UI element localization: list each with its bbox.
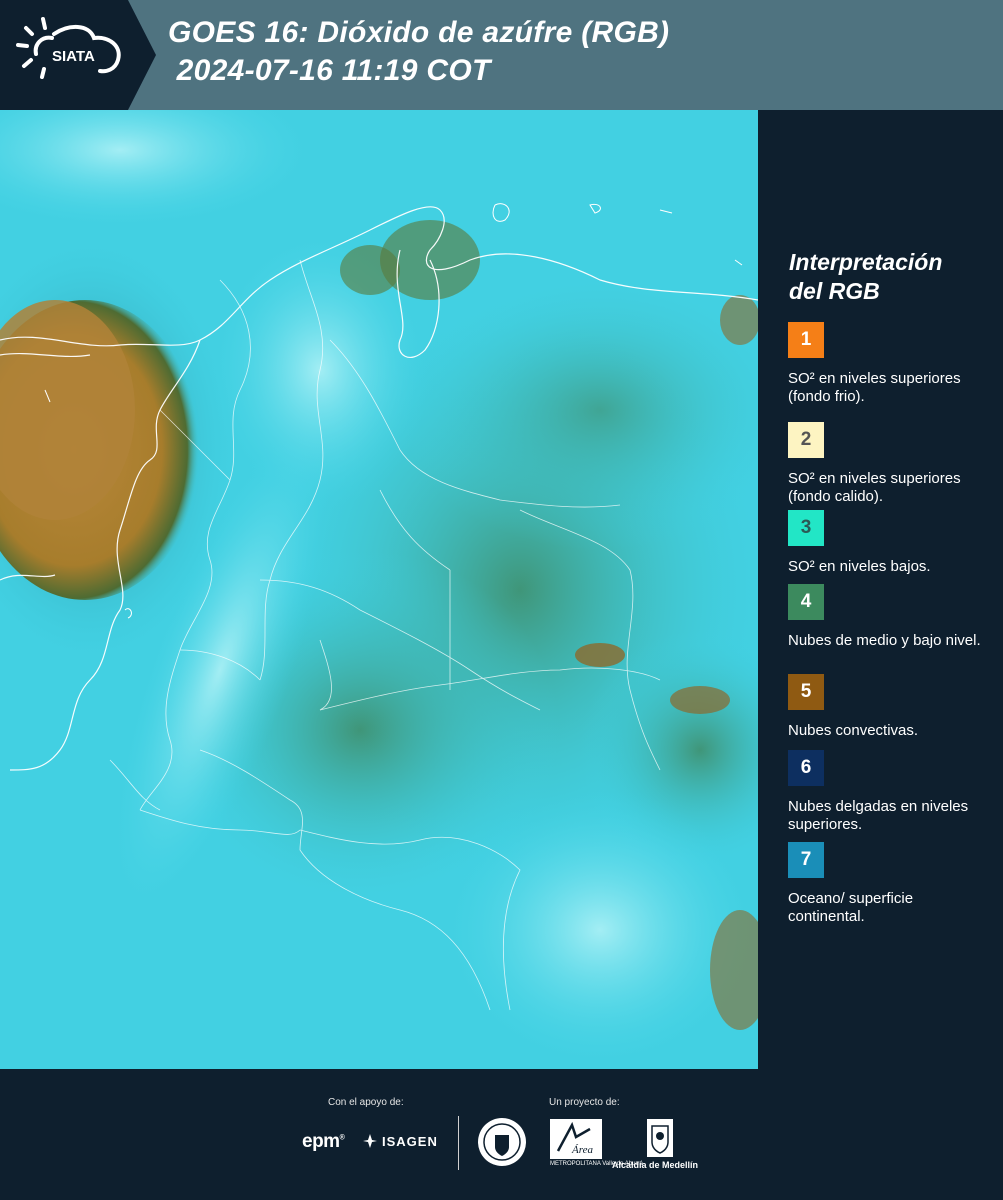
legend-label: Nubes convectivas.	[788, 722, 919, 739]
epm-logo: epm®	[302, 1131, 345, 1152]
legend-label: SO² en niveles superiores (fondo calido)…	[788, 470, 961, 505]
legend-label: Oceano/ superficie continental.	[788, 890, 914, 925]
satellite-map[interactable]	[0, 110, 758, 1069]
epm-logo-text: epm	[302, 1131, 340, 1152]
legend-item-3: 3 SO² en niveles bajos.	[788, 510, 993, 576]
legend-color-swatch: 3	[788, 510, 824, 546]
siata-logo: SIATA	[0, 0, 128, 110]
legend-panel: Interpretación del RGB 1 SO² en niveles s…	[758, 110, 1003, 1069]
legend-color-swatch: 2	[788, 422, 824, 458]
legend-label: SO² en niveles superiores (fondo frio).	[788, 370, 961, 405]
isagen-logo: ISAGEN	[362, 1133, 438, 1149]
legend-item-6: 6 Nubes delgadas en niveles superiores.	[788, 750, 993, 834]
legend-color-swatch: 5	[788, 674, 824, 710]
legend-color-swatch: 1	[788, 322, 824, 358]
title-product: GOES 16: Dióxido de azúfre (RGB)	[168, 16, 670, 49]
support-label: Con el apoyo de:	[328, 1097, 404, 1108]
title-datetime: 2024-07-16 11:19 COT	[168, 54, 491, 87]
alcaldia-shield-icon	[647, 1119, 673, 1157]
legend-color-swatch: 4	[788, 584, 824, 620]
header-bar: SIATA GOES 16: Dióxido de azúfre (RGB) 2…	[0, 0, 1003, 110]
alcaldia-text: Alcaldía de Medellín	[612, 1160, 699, 1170]
svg-text:Área: Área	[571, 1144, 593, 1156]
legend-title-line1: Interpretación	[789, 249, 943, 275]
legend-item-2: 2 SO² en niveles superiores (fondo calido…	[788, 422, 993, 506]
legend-item-4: 4 Nubes de medio y bajo nivel.	[788, 584, 993, 650]
isagen-logo-text: ISAGEN	[382, 1133, 438, 1149]
svg-text:SIATA: SIATA	[52, 48, 95, 65]
legend-label: Nubes de medio y bajo nivel.	[788, 632, 981, 649]
logo-arrow-shape	[128, 0, 156, 110]
footer: Con el apoyo de: Un proyecto de: epm® IS…	[0, 1069, 1003, 1200]
legend-label: Nubes delgadas en niveles superiores.	[788, 798, 969, 833]
legend-color-swatch: 7	[788, 842, 824, 878]
legend-label: SO² en niveles bajos.	[788, 558, 931, 575]
medellin-seal-icon	[478, 1118, 526, 1166]
legend-title: Interpretación del RGB	[789, 248, 989, 306]
sun-cloud-icon: SIATA	[16, 17, 121, 79]
legend-item-7: 7 Oceano/ superficie continental.	[788, 842, 993, 926]
footer-divider	[458, 1116, 459, 1170]
project-label: Un proyecto de:	[549, 1097, 620, 1108]
satellite-image	[0, 110, 758, 1069]
legend-color-swatch: 6	[788, 750, 824, 786]
page-title: GOES 16: Dióxido de azúfre (RGB) 2024-07…	[168, 14, 669, 90]
legend-title-line2: del RGB	[789, 278, 880, 304]
legend-item-1: 1 SO² en niveles superiores (fondo frio).	[788, 322, 993, 406]
legend-item-5: 5 Nubes convectivas.	[788, 674, 993, 740]
isagen-mark-icon	[363, 1134, 377, 1148]
